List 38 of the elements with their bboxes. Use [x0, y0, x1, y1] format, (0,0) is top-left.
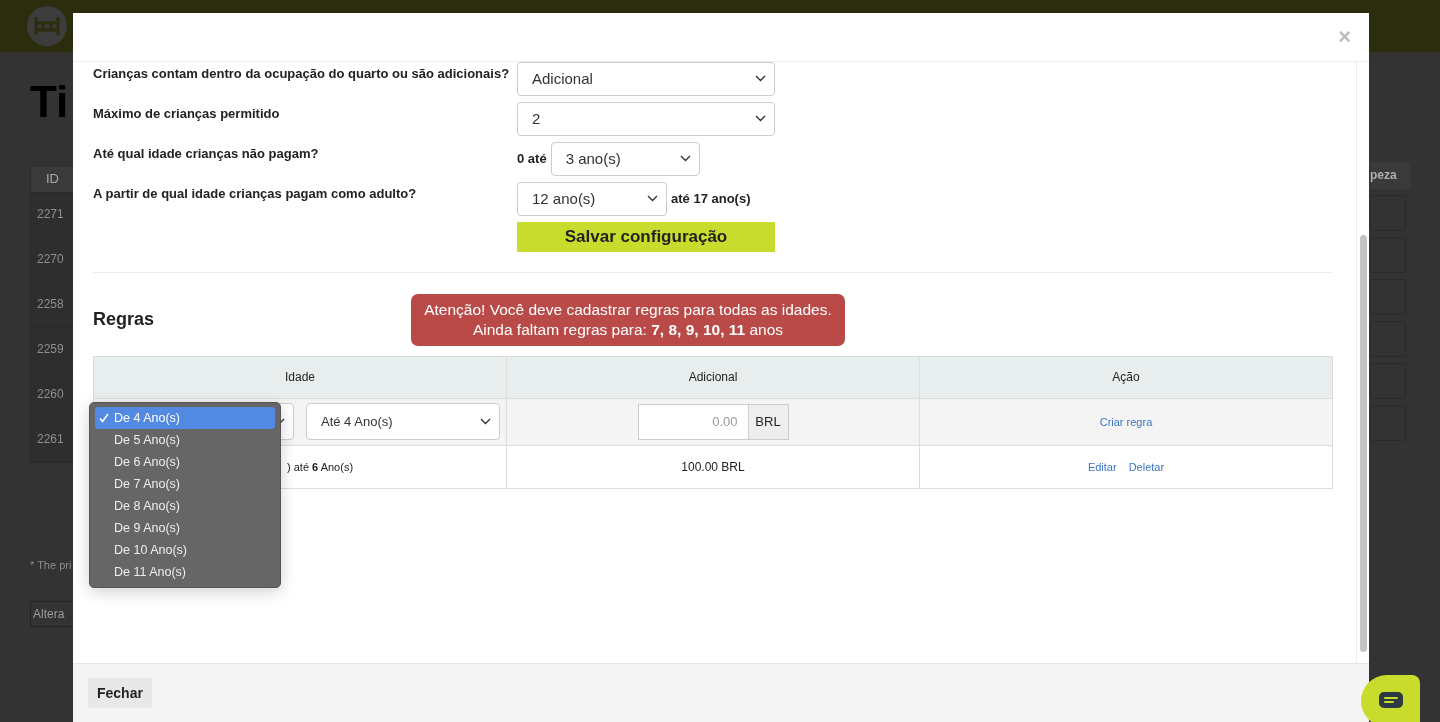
dropdown-option[interactable]: De 4 Ano(s)	[95, 406, 275, 429]
setting-label: Máximo de crianças permitido	[93, 104, 281, 123]
age-suffix: até 17 ano(s)	[671, 191, 751, 207]
table-cell: 100.00 BRL	[506, 445, 920, 489]
dropdown-select[interactable]: 2	[517, 101, 775, 136]
action-link[interactable]: Deletar	[1122, 460, 1171, 473]
section-title: Regras	[93, 309, 156, 331]
currency-addon: BRL	[748, 403, 789, 440]
age-range-text: ) até 6 Ano(s)	[287, 460, 354, 473]
age-prefix: 0 até	[517, 151, 547, 167]
dropdown-option[interactable]: De 10 Ano(s)	[95, 538, 275, 561]
footnote: * The pri	[30, 559, 73, 571]
setting-label: Crianças contam dentro da ocupação do quarto ou são adicionais?	[93, 64, 511, 83]
save-button[interactable]: Salvar configuração	[517, 221, 775, 252]
dropdown-option[interactable]: De 8 Ano(s)	[95, 494, 275, 517]
change-button[interactable]: Altera	[30, 601, 72, 627]
table-header: peza	[1370, 162, 1410, 189]
dropdown-option[interactable]: De 6 Ano(s)	[95, 450, 275, 473]
dropdown-select[interactable]: Adicional	[517, 61, 775, 96]
dropdown-option[interactable]: De 5 Ano(s)	[95, 428, 275, 451]
setting-label: Até qual idade crianças não pagam?	[93, 144, 320, 163]
table-header: ID	[31, 166, 74, 192]
column-header: Idade	[93, 356, 507, 399]
alert-text: Atenção! Você deve cadastrar regras para todas as idades.	[423, 299, 833, 320]
to-age-select[interactable]: Até 4 Ano(s)	[306, 403, 500, 441]
alert-text: Ainda faltam regras para: 7, 8, 9, 10, 11 anos	[471, 319, 785, 340]
dropdown-option[interactable]: De 9 Ano(s)	[95, 516, 275, 539]
age-select[interactable]: 3 ano(s)	[550, 141, 700, 176]
close-modal-button[interactable]: Fechar	[88, 678, 152, 708]
action-link[interactable]: Editar	[1081, 460, 1123, 473]
dropdown-option[interactable]: De 7 Ano(s)	[95, 472, 275, 495]
column-header: Adicional	[506, 356, 920, 399]
create-rule-link[interactable]: Criar regra	[1093, 415, 1159, 428]
dropdown-option[interactable]: De 11 Ano(s)	[95, 560, 275, 583]
column-header: Ação	[919, 356, 1333, 399]
amount-input[interactable]: 0.00	[637, 403, 749, 440]
setting-label: A partir de qual idade crianças pagam como adulto?	[93, 184, 418, 203]
age-select[interactable]: 12 ano(s)	[517, 181, 667, 216]
